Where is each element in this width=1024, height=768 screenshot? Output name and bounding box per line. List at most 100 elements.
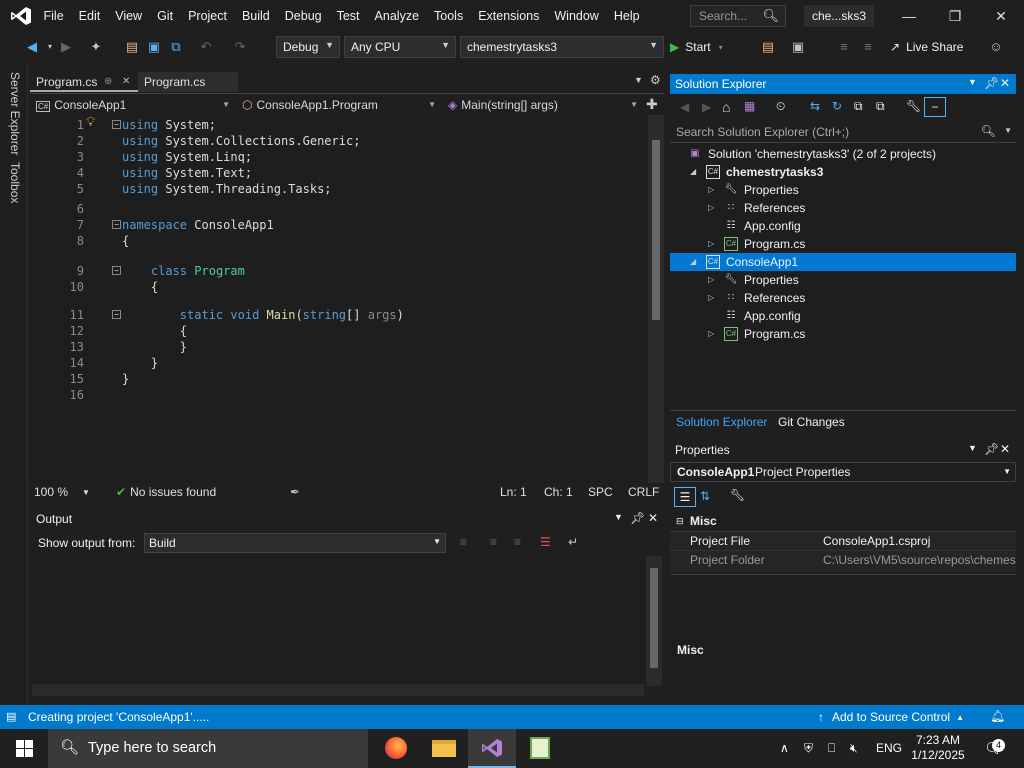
pin-icon[interactable]: 📌︎ (984, 442, 999, 456)
forward-icon[interactable]: ▶ (58, 39, 74, 55)
fold-method-toggle-icon[interactable]: − (112, 310, 121, 319)
show-all-files-icon[interactable]: ⧉ (876, 99, 885, 114)
maximize-button[interactable]: ❐ (932, 0, 978, 32)
pin-icon[interactable]: 📌︎ (630, 511, 645, 525)
taskbar-search-input[interactable]: 🔍︎ Type here to search (48, 729, 368, 768)
chevron-expanded-icon[interactable]: ◢ (690, 163, 696, 181)
chevron-collapsed-icon[interactable]: ▷ (708, 181, 714, 199)
output-horizontal-scrollbar[interactable] (32, 684, 644, 696)
screenshot-icon[interactable]: ▣ (790, 39, 806, 55)
server-explorer-tab[interactable]: Server Explorer (8, 72, 22, 155)
code-line[interactable]: using System; (122, 117, 216, 133)
pending-changes-icon[interactable]: ⏲ (776, 99, 785, 114)
search-input[interactable]: Search... 🔍︎ (690, 5, 786, 27)
network-icon[interactable]: ⎕ (828, 729, 835, 768)
language-indicator[interactable]: ENG (876, 729, 902, 768)
fold-using-toggle-icon[interactable]: − (112, 120, 121, 129)
fold-class-toggle-icon[interactable]: − (112, 266, 121, 275)
project-nav-dropdown[interactable]: C# ConsoleApp1 ▼ (30, 95, 234, 115)
zoom-dropdown[interactable]: 100 % ▼ (34, 485, 90, 499)
code-line[interactable]: class Program (122, 263, 245, 279)
code-line[interactable]: using System.Threading.Tasks; (122, 181, 332, 197)
preview-selected-icon[interactable]: − (924, 97, 946, 117)
code-line[interactable]: { (122, 233, 129, 249)
output-text-area[interactable] (32, 556, 644, 684)
tab-dropdown-icon[interactable]: ▼ (634, 75, 643, 85)
code-line[interactable]: } (122, 355, 158, 371)
property-category[interactable]: ⊟ Misc (670, 512, 1016, 530)
editor-scroll-thumb[interactable] (652, 140, 660, 320)
code-line[interactable]: } (122, 371, 129, 387)
visual-studio-app[interactable] (468, 729, 516, 768)
tree-node[interactable]: ▷ 🔧︎ Properties (670, 271, 1016, 289)
pin-icon[interactable]: 📌︎ (984, 76, 999, 90)
startup-project-dropdown[interactable]: chemestrytasks3 ▼ (460, 36, 664, 58)
categorized-icon[interactable]: ☰ (674, 487, 696, 507)
spc-label[interactable]: SPC (588, 485, 613, 499)
close-icon[interactable]: ✕ (1000, 76, 1010, 90)
menu-test[interactable]: Test (329, 0, 367, 32)
panel-dropdown-icon[interactable]: ▼ (968, 443, 977, 453)
refresh-icon[interactable]: ↻ (832, 99, 842, 113)
code-line[interactable]: } (122, 339, 187, 355)
menu-analyze[interactable]: Analyze (367, 0, 426, 32)
pin-icon[interactable]: ⊕ (104, 72, 112, 92)
open-folder-icon[interactable]: ▤ (124, 39, 140, 55)
find-in-output-icon[interactable]: ≡ (460, 535, 467, 549)
collapse-icon[interactable]: ⊟ (676, 512, 684, 530)
code-line[interactable]: using System.Text; (122, 165, 252, 181)
notification-center-button[interactable]: 🗨︎ 4 (982, 729, 1006, 768)
feedback-icon[interactable]: ☺ (988, 39, 1004, 55)
save-icon[interactable]: ▣ (146, 39, 162, 55)
back-dropdown-icon[interactable]: ▾ (42, 39, 58, 55)
switch-views-icon[interactable]: ▦ (744, 99, 755, 113)
live-share-button[interactable]: ↗ Live Share (890, 37, 963, 57)
collapse-all-icon[interactable]: ⧉ (854, 99, 863, 114)
code-line[interactable]: using System.Linq; (122, 149, 252, 165)
menu-window[interactable]: Window (547, 0, 606, 32)
tab-program-cs-2[interactable]: Program.cs (138, 72, 238, 92)
menu-git[interactable]: Git (150, 0, 181, 32)
split-editor-icon[interactable]: ✚ (646, 96, 658, 113)
back-icon[interactable]: ◀ (680, 100, 689, 114)
tree-node[interactable]: ◢ C# chemestrytasks3 (670, 163, 1016, 181)
tree-node[interactable]: ▷ C# Program.cs (670, 235, 1016, 253)
tree-node[interactable]: ▷ ∷ References (670, 289, 1016, 307)
chevron-collapsed-icon[interactable]: ▷ (708, 235, 714, 253)
sync-icon[interactable]: ⇆ (810, 99, 820, 113)
output-vertical-scrollbar[interactable] (646, 556, 662, 686)
solution-explorer-search-input[interactable]: Search Solution Explorer (Ctrl+;) 🔍︎ ▼ (670, 123, 1016, 143)
chevron-expanded-icon[interactable]: ◢ (690, 253, 696, 271)
code-line[interactable]: { (122, 279, 158, 295)
firefox-app[interactable] (372, 729, 420, 768)
chevron-down-icon[interactable]: ▼ (1004, 126, 1012, 135)
close-icon[interactable]: ✕ (648, 511, 658, 525)
tab-program-cs-1[interactable]: Program.cs ⊕ ✕ (30, 72, 138, 92)
start-button[interactable]: ▶ Start ▾ (670, 37, 723, 57)
comment-icon[interactable]: ≡ (836, 39, 852, 55)
forward-icon[interactable]: ▶ (702, 100, 711, 114)
output-scroll-thumb[interactable] (650, 568, 658, 668)
save-all-icon[interactable]: ⧉ (168, 39, 184, 55)
tree-node[interactable]: ☷ App.config (670, 307, 1016, 325)
clear-all-icon[interactable]: ☰ (540, 535, 551, 549)
configuration-dropdown[interactable]: Debug ▼ (276, 36, 340, 58)
code-line[interactable]: { (122, 323, 187, 339)
close-icon[interactable]: ✕ (1000, 442, 1010, 456)
undo-icon[interactable]: ↶ (198, 39, 214, 55)
tree-node[interactable]: ▣ Solution 'chemestrytasks3' (2 of 2 proj… (670, 145, 1016, 163)
tab-solution-explorer[interactable]: Solution Explorer (676, 415, 767, 429)
menu-extensions[interactable]: Extensions (471, 0, 547, 32)
clock[interactable]: 7:23 AM 1/12/2025 (908, 729, 968, 768)
volume-muted-icon[interactable]: 🔇︎ (850, 729, 858, 768)
uncomment-icon[interactable]: ≡ (860, 39, 876, 55)
code-line[interactable]: using System.Collections.Generic; (122, 133, 360, 149)
menu-build[interactable]: Build (234, 0, 277, 32)
panel-dropdown-icon[interactable]: ▼ (968, 77, 977, 87)
prev-message-icon[interactable]: ≡ (490, 535, 497, 549)
menu-view[interactable]: View (108, 0, 150, 32)
properties-wrench-icon[interactable]: 🔧︎ (906, 99, 921, 113)
gear-icon[interactable]: ⚙ (650, 73, 661, 87)
solution-title-badge[interactable]: che...sks3 (804, 5, 874, 27)
windows-start-icon[interactable] (16, 740, 33, 757)
